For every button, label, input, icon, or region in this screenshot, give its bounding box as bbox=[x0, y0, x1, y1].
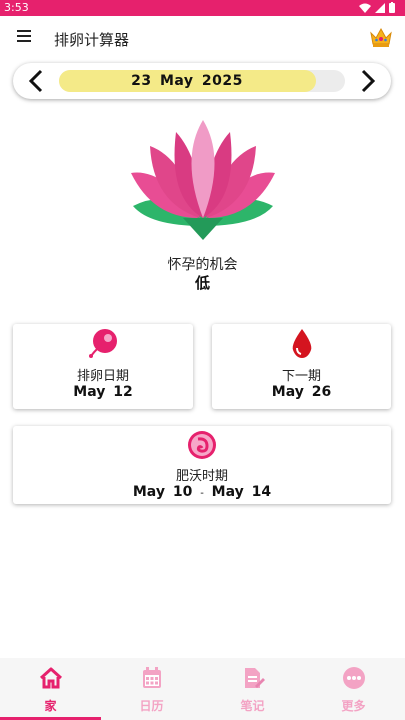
nav-label-more: 更多 bbox=[341, 699, 366, 713]
ovulation-date-label: 排卵日期 bbox=[76, 369, 129, 384]
next-arrow-icon[interactable] bbox=[355, 69, 379, 93]
next-period-label: 下一期 bbox=[281, 369, 321, 384]
nav-label-notes: 笔记 bbox=[240, 699, 265, 713]
range-separator: - bbox=[200, 488, 204, 499]
fertile-start-date: May 10 bbox=[132, 484, 193, 500]
nav-item-calendar[interactable]: 日历 bbox=[101, 658, 202, 720]
fertile-period-range: May 10 - May 14 bbox=[13, 484, 391, 500]
nav-label-calendar: 日历 bbox=[139, 699, 164, 713]
next-period-card[interactable]: 下一期 May 26 bbox=[212, 324, 391, 409]
selected-date[interactable]: 23 May 2025 bbox=[59, 70, 315, 92]
wifi-icon bbox=[359, 3, 371, 13]
fertile-period-card[interactable]: 肥沃时期 May 10 - May 14 bbox=[13, 426, 391, 504]
status-bar: 3:53 bbox=[0, 0, 405, 16]
signal-icon bbox=[375, 2, 385, 13]
embryo-icon bbox=[188, 431, 216, 459]
ovulation-date-value: May 12 bbox=[73, 384, 133, 400]
crown-icon[interactable] bbox=[369, 26, 393, 48]
egg-cell-icon bbox=[89, 329, 117, 358]
date-selector: 23 May 2025 bbox=[13, 63, 391, 99]
pregnancy-chance-label: 怀孕的机会 bbox=[167, 257, 238, 273]
fertile-period-label: 肥沃时期 bbox=[175, 469, 228, 484]
status-icons bbox=[359, 2, 395, 13]
nav-item-notes[interactable]: 笔记 bbox=[202, 658, 303, 720]
ovulation-date-card[interactable]: 排卵日期 May 12 bbox=[13, 324, 193, 409]
nav-label-home: 家 bbox=[44, 699, 57, 713]
menu-icon[interactable] bbox=[17, 30, 31, 42]
notes-icon bbox=[245, 668, 265, 688]
date-progress-track: 23 May 2025 bbox=[59, 70, 345, 92]
app-title: 排卵计算器 bbox=[54, 31, 130, 49]
status-time: 3:53 bbox=[4, 1, 29, 14]
nav-item-home[interactable]: 家 bbox=[0, 658, 101, 720]
next-period-value: May 26 bbox=[271, 384, 332, 400]
battery-icon bbox=[389, 2, 395, 13]
nav-item-more[interactable]: 更多 bbox=[303, 658, 404, 720]
fertile-end-date: May 14 bbox=[211, 484, 272, 500]
home-icon bbox=[39, 667, 63, 689]
previous-arrow-icon[interactable] bbox=[25, 69, 49, 93]
blood-drop-icon bbox=[292, 329, 312, 358]
app-bar: 排卵计算器 bbox=[0, 16, 405, 60]
lotus-icon bbox=[131, 120, 275, 240]
more-icon bbox=[343, 667, 365, 689]
bottom-navigation: 家 日历 笔记 更多 bbox=[0, 658, 405, 720]
calendar-icon bbox=[143, 667, 161, 688]
pregnancy-chance-value: 低 bbox=[194, 274, 210, 292]
